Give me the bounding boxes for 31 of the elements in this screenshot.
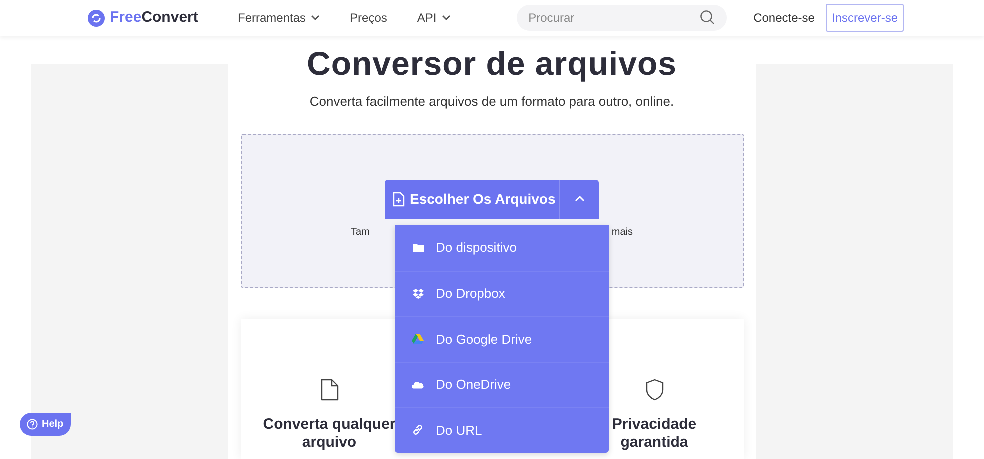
nav-link[interactable]: Preços [350, 9, 388, 27]
signup-button[interactable]: Inscrever-se [826, 4, 904, 32]
google-drive-icon [412, 334, 424, 344]
menu-item[interactable]: Do dispositivo [395, 225, 609, 270]
nav-link[interactable]: API [417, 9, 451, 27]
file-plus-icon [393, 192, 405, 206]
page-subtitle: Converta facilmente arquivos de um formato para outro, online. [310, 93, 674, 111]
logo-icon [88, 10, 105, 26]
shield-icon [646, 378, 664, 400]
folder-icon [412, 243, 424, 252]
nav-link[interactable]: Ferramentas [238, 9, 320, 27]
menu-item[interactable]: Do URL [395, 407, 609, 452]
link-icon [412, 424, 424, 436]
menu-item[interactable]: Do Google Drive [395, 316, 609, 362]
hint-text: mais [612, 226, 633, 240]
feature-title: Converta qualquer arquivo [262, 416, 397, 452]
menu-item[interactable]: Do OneDrive [395, 362, 609, 407]
page-title: Conversor de arquivos [307, 44, 677, 84]
hint-text: Tam [351, 226, 370, 240]
menu-item[interactable]: Do Dropbox [395, 270, 609, 316]
logo-text[interactable]: FreeConvert [110, 6, 198, 30]
file-icon [320, 378, 338, 400]
choose-files-button[interactable]: Escolher Os Arquivos [385, 180, 599, 218]
search-icon[interactable] [700, 10, 715, 25]
search-field[interactable]: Procurar [516, 5, 727, 31]
feature-title: Privacidade garantida [611, 416, 698, 452]
help-button[interactable]: Help [20, 413, 71, 436]
login-link[interactable]: Conecte-se [754, 9, 815, 27]
question-icon [27, 419, 38, 430]
dropbox-icon [412, 288, 424, 299]
cloud-icon [412, 380, 424, 389]
